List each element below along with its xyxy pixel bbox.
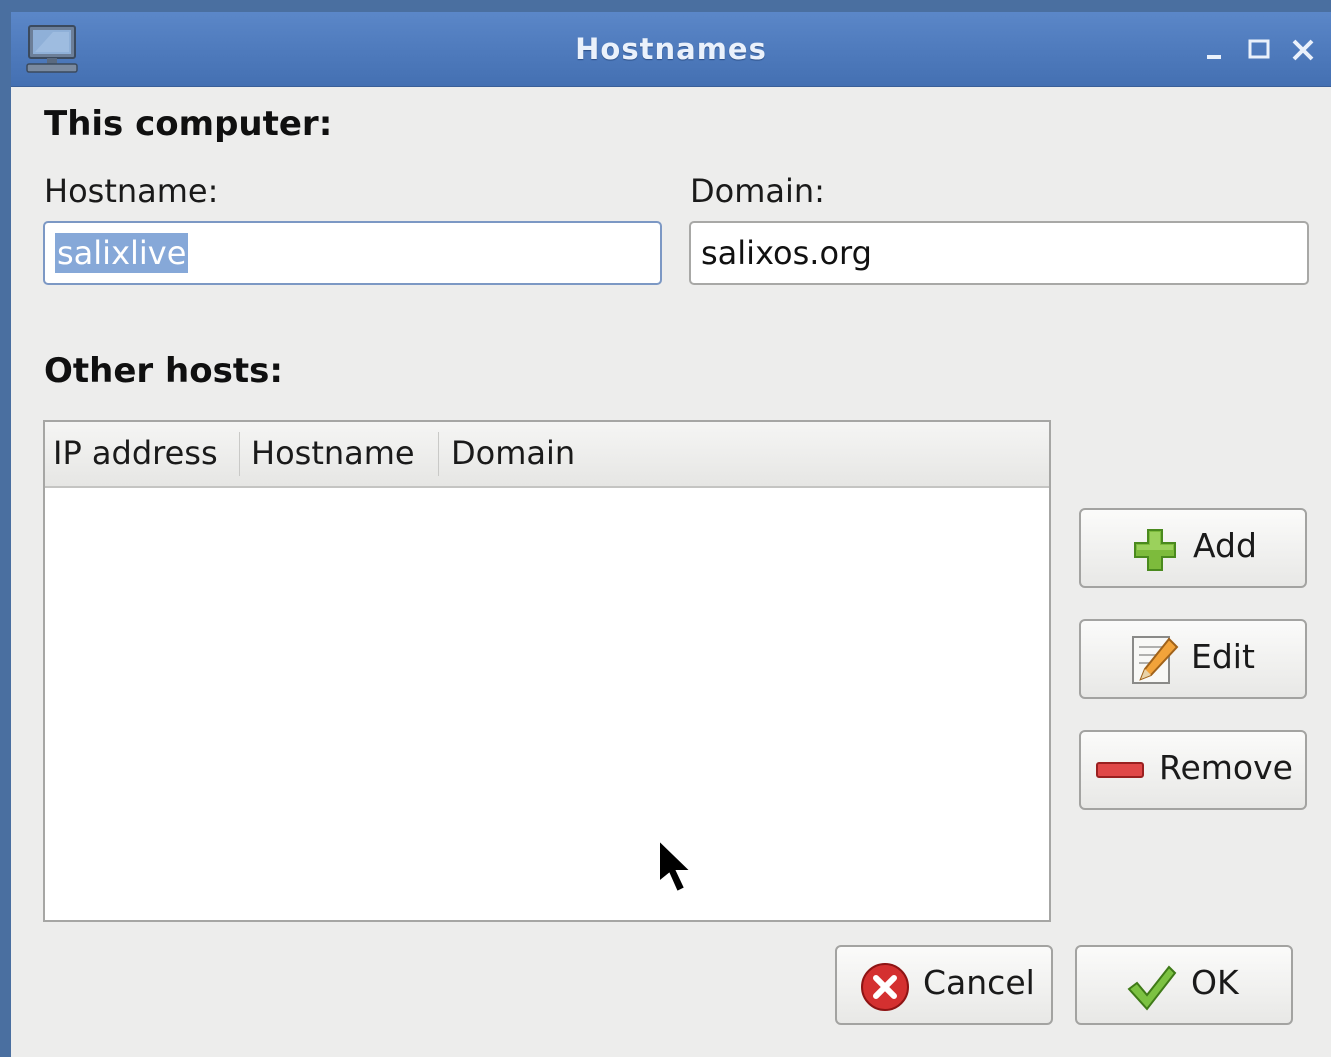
cancel-button-label: Cancel <box>923 963 1035 1002</box>
column-ip-address[interactable]: IP address <box>45 422 239 486</box>
hosts-table[interactable]: IP address Hostname Domain <box>43 420 1051 922</box>
hostname-label: Hostname: <box>44 172 219 210</box>
edit-button[interactable]: Edit <box>1079 619 1307 699</box>
cancel-icon <box>861 963 909 1011</box>
domain-value: salixos.org <box>701 234 872 272</box>
hostname-input[interactable]: salixlive <box>43 221 662 285</box>
cancel-button[interactable]: Cancel <box>835 945 1053 1025</box>
window-title: Hostnames <box>575 32 767 66</box>
close-icon[interactable] <box>1291 38 1315 62</box>
column-hostname[interactable]: Hostname <box>243 422 439 486</box>
table-header: IP address Hostname Domain <box>45 422 1049 488</box>
ok-button-label: OK <box>1191 963 1239 1002</box>
minus-icon <box>1096 762 1144 778</box>
other-hosts-heading: Other hosts: <box>44 351 283 391</box>
column-separator <box>438 432 439 476</box>
pencil-icon <box>1132 636 1179 684</box>
plus-icon <box>1134 529 1176 571</box>
hostname-value: salixlive <box>55 233 189 273</box>
hostnames-dialog: Hostnames This computer: Hostname: salix… <box>11 12 1331 1057</box>
column-separator <box>239 432 240 476</box>
minimize-icon[interactable] <box>1203 38 1227 62</box>
ok-button[interactable]: OK <box>1075 945 1293 1025</box>
remove-button[interactable]: Remove <box>1079 730 1307 810</box>
domain-label: Domain: <box>690 172 825 210</box>
edit-button-label: Edit <box>1191 637 1255 676</box>
add-button[interactable]: Add <box>1079 508 1307 588</box>
column-domain[interactable]: Domain <box>443 422 1049 486</box>
mouse-pointer-icon <box>658 838 694 894</box>
this-computer-heading: This computer: <box>44 104 333 144</box>
add-button-label: Add <box>1193 526 1257 565</box>
title-bar[interactable]: Hostnames <box>11 12 1331 87</box>
remove-button-label: Remove <box>1159 748 1293 787</box>
maximize-icon[interactable] <box>1247 38 1271 62</box>
domain-input[interactable]: salixos.org <box>689 221 1309 285</box>
checkmark-icon <box>1127 965 1177 1011</box>
